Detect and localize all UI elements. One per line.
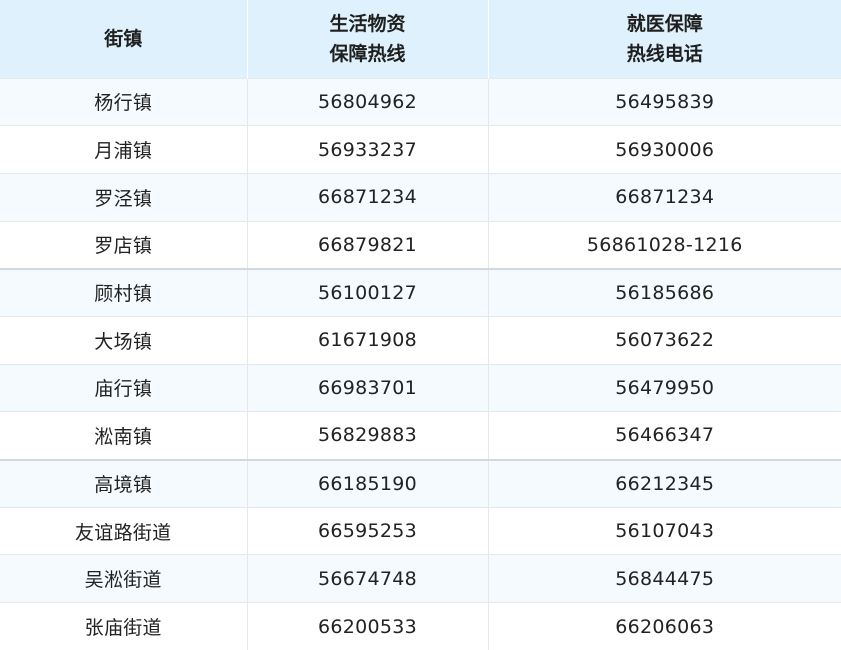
town-cell: 张庙街道 xyxy=(0,602,247,650)
medical-hotline-cell: 56495839 xyxy=(487,77,841,126)
header-medical-line-2: 热线电话 xyxy=(626,42,703,65)
header-supply-line-1: 生活物资 xyxy=(329,12,406,35)
table-row: 罗店镇 66879821 56861028-1216 xyxy=(0,220,841,269)
town-cell: 月浦镇 xyxy=(0,125,247,174)
table-row: 大场镇 61671908 56073622 xyxy=(0,315,841,365)
medical-hotline-cell: 56185686 xyxy=(487,267,841,317)
supply-hotline-cell: 56829883 xyxy=(246,411,488,460)
medical-hotline-cell: 56844475 xyxy=(487,554,841,603)
table-body: 杨行镇 56804962 56495839 月浦镇 56933237 56930006 罗泾… xyxy=(0,77,841,650)
supply-hotline-cell: 66185190 xyxy=(246,458,488,508)
supply-hotline-cell: 66200533 xyxy=(246,602,488,650)
town-cell: 吴淞街道 xyxy=(0,554,247,603)
supply-hotline-cell: 66595253 xyxy=(246,506,488,555)
medical-hotline-cell: 66206063 xyxy=(487,602,841,650)
table-row: 张庙街道 66200533 66206063 xyxy=(0,602,841,650)
town-cell: 友谊路街道 xyxy=(0,506,247,555)
medical-hotline-cell: 56479950 xyxy=(487,363,841,412)
medical-hotline-cell: 56073622 xyxy=(487,315,841,365)
medical-hotline-cell: 56930006 xyxy=(487,125,841,174)
header-town-line: 街镇 xyxy=(104,27,143,50)
town-cell: 大场镇 xyxy=(0,315,247,365)
header-town: 街镇 xyxy=(0,0,247,78)
medical-hotline-cell: 56466347 xyxy=(487,411,841,460)
table-row: 淞南镇 56829883 56466347 xyxy=(0,411,841,460)
medical-hotline-cell: 56861028-1216 xyxy=(487,220,841,269)
table-row: 吴淞街道 56674748 56844475 xyxy=(0,554,841,603)
medical-hotline-cell: 66871234 xyxy=(487,172,841,222)
table-row: 顾村镇 56100127 56185686 xyxy=(0,267,841,317)
town-cell: 淞南镇 xyxy=(0,411,247,460)
supply-hotline-cell: 56100127 xyxy=(246,267,488,317)
supply-hotline-cell: 66879821 xyxy=(246,220,488,269)
medical-hotline-cell: 56107043 xyxy=(487,506,841,555)
table-row: 庙行镇 66983701 56479950 xyxy=(0,363,841,412)
table-row: 罗泾镇 66871234 66871234 xyxy=(0,172,841,222)
supply-hotline-cell: 56674748 xyxy=(246,554,488,603)
town-cell: 杨行镇 xyxy=(0,77,247,126)
hotline-table: 街镇 生活物资 保障热线 就医保障 热线电话 杨行镇 56804962 564958… xyxy=(0,0,841,650)
header-supply-hotline: 生活物资 保障热线 xyxy=(246,0,488,78)
supply-hotline-cell: 56804962 xyxy=(246,77,488,126)
town-cell: 罗泾镇 xyxy=(0,172,247,222)
supply-hotline-cell: 61671908 xyxy=(246,315,488,365)
town-cell: 庙行镇 xyxy=(0,363,247,412)
town-cell: 高境镇 xyxy=(0,458,247,508)
town-cell: 顾村镇 xyxy=(0,267,247,317)
supply-hotline-cell: 66871234 xyxy=(246,172,488,222)
table-row: 友谊路街道 66595253 56107043 xyxy=(0,506,841,555)
town-cell: 罗店镇 xyxy=(0,220,247,269)
table-row: 杨行镇 56804962 56495839 xyxy=(0,77,841,126)
supply-hotline-cell: 56933237 xyxy=(246,125,488,174)
table-header: 街镇 生活物资 保障热线 就医保障 热线电话 xyxy=(0,0,841,78)
supply-hotline-cell: 66983701 xyxy=(246,363,488,412)
table-row: 月浦镇 56933237 56930006 xyxy=(0,125,841,174)
header-medical-hotline: 就医保障 热线电话 xyxy=(487,0,841,78)
header-medical-line-1: 就医保障 xyxy=(626,12,703,35)
table-row: 高境镇 66185190 66212345 xyxy=(0,458,841,508)
header-supply-line-2: 保障热线 xyxy=(329,42,406,65)
header-row: 街镇 生活物资 保障热线 就医保障 热线电话 xyxy=(0,0,841,78)
medical-hotline-cell: 66212345 xyxy=(487,458,841,508)
